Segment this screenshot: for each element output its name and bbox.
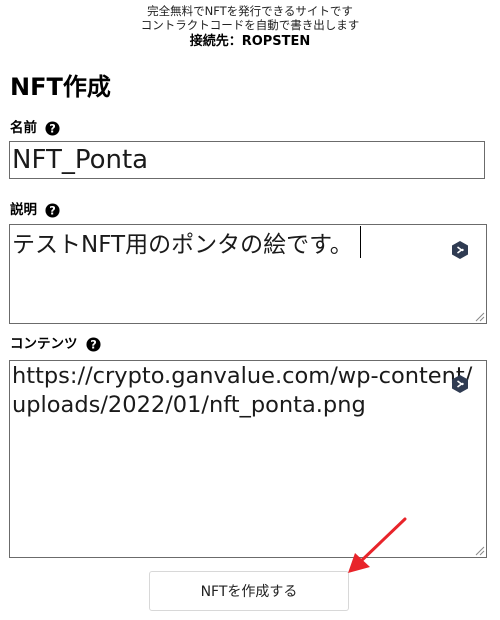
svg-text:?: ? <box>49 204 56 217</box>
resize-grip-icon[interactable] <box>474 311 485 322</box>
description-label: 説明 <box>10 202 37 218</box>
name-label-row: 名前 ? <box>10 119 60 137</box>
tagline-contract: コントラクトコードを自動で書き出します <box>140 18 360 32</box>
svg-text:?: ? <box>90 338 97 351</box>
contents-label-row: コンテンツ ? <box>10 335 101 353</box>
hexagon-extension-icon[interactable] <box>452 241 468 259</box>
red-arrow-icon <box>348 517 407 573</box>
resize-grip-icon[interactable] <box>474 545 485 556</box>
description-text: テストNFT用のポンタの絵です。 <box>12 232 353 258</box>
question-circle-icon[interactable]: ? <box>45 202 60 218</box>
contents-text: https://crypto.ganvalue.com/wp-content/u… <box>12 363 473 418</box>
network-status: 接続先：ROPSTEN <box>189 34 311 49</box>
name-label: 名前 <box>10 120 37 136</box>
create-nft-button[interactable]: NFTを作成する <box>149 571 349 611</box>
question-circle-icon[interactable]: ? <box>85 336 101 352</box>
contents-label: コンテンツ <box>10 336 78 352</box>
question-circle-icon[interactable]: ? <box>45 120 60 136</box>
page-title: NFT作成 <box>10 73 111 101</box>
name-input[interactable]: NFT_Ponta <box>9 141 485 179</box>
hexagon-extension-icon[interactable] <box>452 375 468 393</box>
description-label-row: 説明 ? <box>10 201 60 219</box>
text-caret <box>359 226 361 258</box>
site-header: 完全無料でNFTを発行できるサイトです コントラクトコードを自動で書き出します … <box>0 4 500 51</box>
contents-textarea[interactable]: https://crypto.ganvalue.com/wp-content/u… <box>9 360 487 558</box>
svg-text:?: ? <box>49 122 56 135</box>
description-textarea[interactable]: テストNFT用のポンタの絵です。 <box>9 224 487 324</box>
tagline-free: 完全無料でNFTを発行できるサイトです <box>147 4 353 18</box>
